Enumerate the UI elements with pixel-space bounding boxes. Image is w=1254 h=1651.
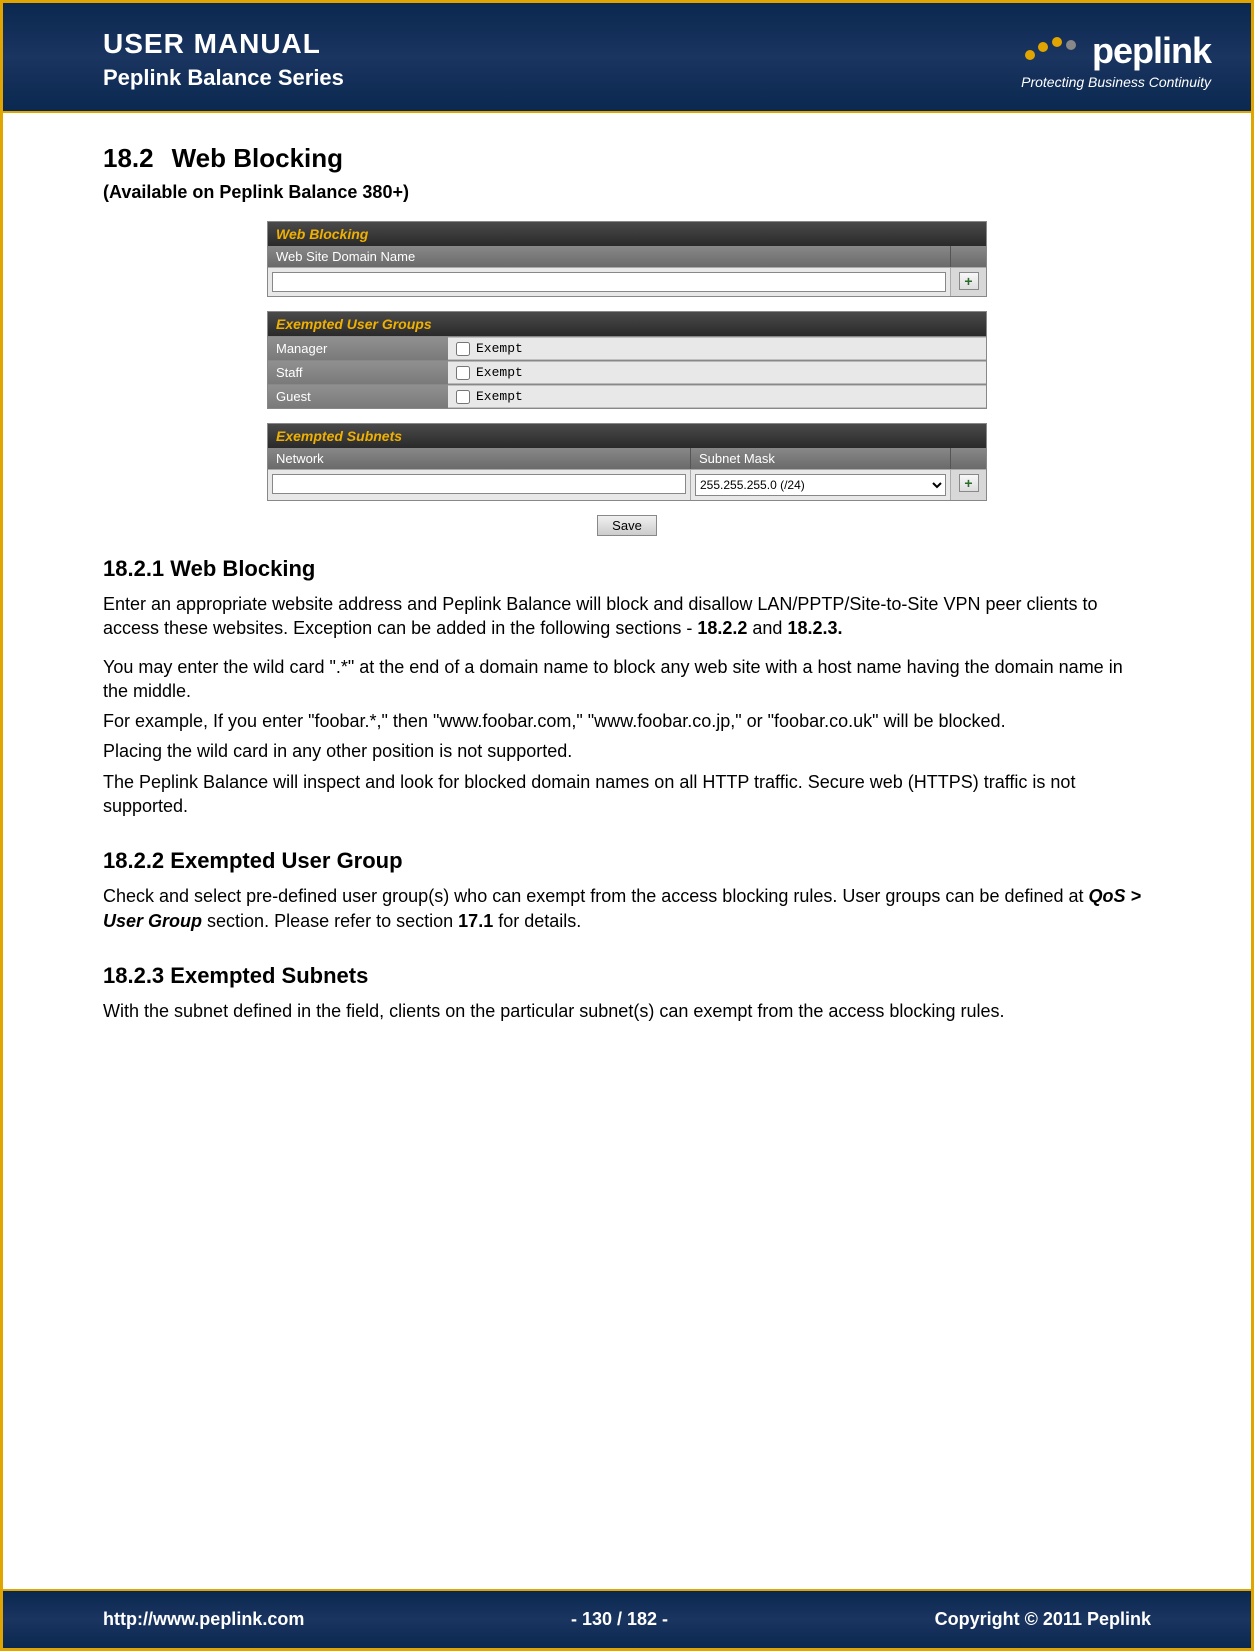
subnet-input-row: 255.255.255.0 (/24) +: [268, 469, 986, 500]
add-domain-button[interactable]: +: [959, 272, 979, 290]
group-name: Guest: [268, 385, 448, 408]
plus-icon: +: [964, 273, 972, 289]
subnet-mask-select[interactable]: 255.255.255.0 (/24): [695, 474, 946, 496]
col-network: Network: [268, 448, 690, 469]
panel-columns: Web Site Domain Name: [268, 246, 986, 267]
panel-title: Exempted Subnets: [268, 424, 986, 448]
footer-url: http://www.peplink.com: [103, 1609, 304, 1630]
page: USER MANUAL Peplink Balance Series pepli…: [0, 0, 1254, 1651]
group-name: Manager: [268, 337, 448, 360]
exempt-checkbox-manager[interactable]: [456, 342, 470, 356]
col-subnet-mask: Subnet Mask: [690, 448, 950, 469]
network-input[interactable]: [272, 474, 686, 494]
paragraph: You may enter the wild card ".*" at the …: [103, 655, 1151, 704]
panel-exempted-subnets: Exempted Subnets Network Subnet Mask 255…: [267, 423, 987, 501]
paragraph: Placing the wild card in any other posit…: [103, 739, 1151, 763]
exempt-label: Exempt: [476, 389, 523, 404]
panel-title: Web Blocking: [268, 222, 986, 246]
save-row: Save: [267, 515, 987, 536]
manual-subtitle: Peplink Balance Series: [103, 65, 344, 91]
panel-exempted-groups: Exempted User Groups Manager Exempt Staf…: [267, 311, 987, 409]
page-content: 18.2 Web Blocking (Available on Peplink B…: [3, 113, 1251, 1069]
section-heading: 18.2 Web Blocking: [103, 143, 1151, 174]
brand-logo: peplink Protecting Business Continuity: [1020, 30, 1211, 90]
page-footer: http://www.peplink.com - 130 / 182 - Cop…: [3, 1589, 1251, 1648]
col-action: [950, 246, 986, 267]
panel-columns: Network Subnet Mask: [268, 448, 986, 469]
page-header: USER MANUAL Peplink Balance Series pepli…: [3, 3, 1251, 113]
domain-input[interactable]: [272, 272, 946, 292]
group-name: Staff: [268, 361, 448, 384]
paragraph: The Peplink Balance will inspect and loo…: [103, 770, 1151, 819]
paragraph: For example, If you enter "foobar.*," th…: [103, 709, 1151, 733]
subsection-heading-1: 18.2.1 Web Blocking: [103, 556, 1151, 582]
paragraph: With the subnet defined in the field, cl…: [103, 999, 1151, 1023]
paragraph: Check and select pre-defined user group(…: [103, 884, 1151, 933]
exempt-label: Exempt: [476, 365, 523, 380]
config-panels: Web Blocking Web Site Domain Name +: [267, 221, 987, 536]
group-row-staff: Staff Exempt: [268, 360, 986, 384]
subsection-heading-3: 18.2.3 Exempted Subnets: [103, 963, 1151, 989]
footer-copyright: Copyright © 2011 Peplink: [935, 1609, 1151, 1630]
group-row-guest: Guest Exempt: [268, 384, 986, 408]
exempt-checkbox-staff[interactable]: [456, 366, 470, 380]
header-titles: USER MANUAL Peplink Balance Series: [103, 28, 344, 91]
exempt-label: Exempt: [476, 341, 523, 356]
paragraph: Enter an appropriate website address and…: [103, 592, 1151, 641]
manual-title: USER MANUAL: [103, 28, 344, 60]
group-row-manager: Manager Exempt: [268, 336, 986, 360]
subsection-heading-2: 18.2.2 Exempted User Group: [103, 848, 1151, 874]
domain-input-row: +: [268, 267, 986, 296]
add-subnet-button[interactable]: +: [959, 474, 979, 492]
footer-page-number: - 130 / 182 -: [571, 1609, 668, 1630]
col-action: [950, 448, 986, 469]
brand-name: peplink: [1092, 30, 1211, 71]
section-number: 18.2: [103, 143, 154, 174]
col-domain-name: Web Site Domain Name: [268, 246, 950, 267]
panel-title: Exempted User Groups: [268, 312, 986, 336]
save-button[interactable]: Save: [597, 515, 657, 536]
section-availability: (Available on Peplink Balance 380+): [103, 182, 1151, 203]
plus-icon: +: [964, 475, 972, 491]
section-title: Web Blocking: [172, 143, 343, 173]
panel-web-blocking: Web Blocking Web Site Domain Name +: [267, 221, 987, 297]
brand-tagline: Protecting Business Continuity: [1020, 74, 1211, 90]
logo-dots-icon: [1020, 33, 1080, 68]
exempt-checkbox-guest[interactable]: [456, 390, 470, 404]
